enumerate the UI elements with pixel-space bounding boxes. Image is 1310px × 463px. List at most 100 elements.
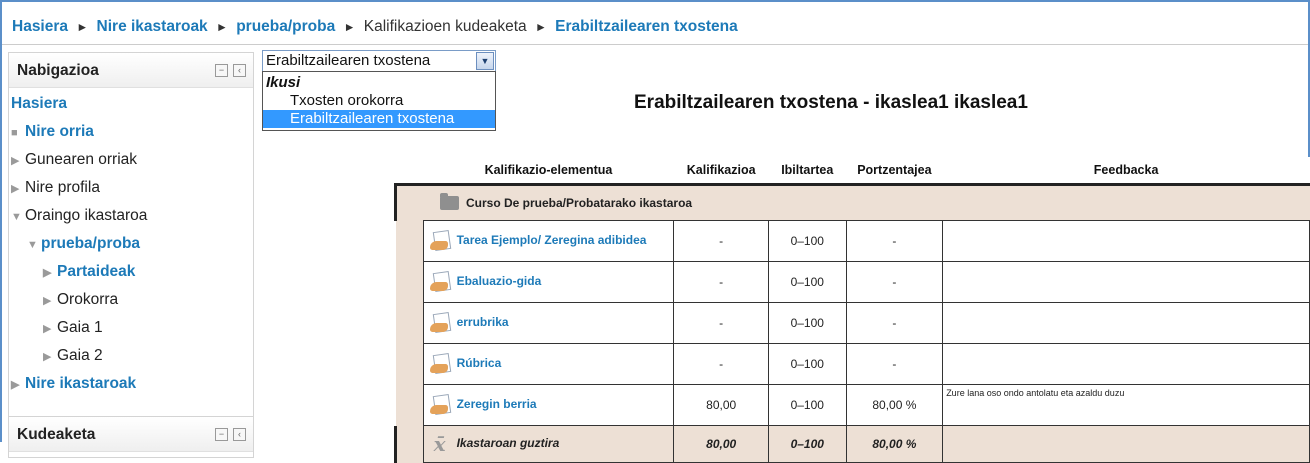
collapse-icon[interactable]: −: [215, 428, 228, 441]
course-total-name: Ikastaroan guztira: [456, 436, 560, 451]
nav-topic-2[interactable]: ▶ Gaia 2: [43, 347, 103, 365]
nav-topic-2-label: Gaia 2: [57, 347, 103, 364]
category-name: Curso De prueba/Probatarako ikastaroa: [466, 195, 693, 210]
report-select[interactable]: Erabiltzailearen txostena ▼: [262, 50, 496, 72]
nav-my-home[interactable]: ■ Nire orria: [11, 123, 94, 141]
feedback-cell: [942, 261, 1310, 303]
table-row: Ebaluazio-gida - 0–100 -: [395, 261, 1310, 303]
nav-general-label: Orokorra: [57, 291, 119, 308]
collapse-icon[interactable]: −: [215, 64, 228, 77]
dropdown-group-label: Ikusi: [266, 74, 301, 91]
administration-block-title: Kudeaketa: [17, 426, 96, 443]
nav-general[interactable]: ▶ Orokorra: [43, 291, 118, 309]
grade-item-link[interactable]: errubrika: [457, 315, 509, 329]
grade-item-link[interactable]: Zeregin berria: [457, 397, 537, 411]
nav-topic-1-label: Gaia 1: [57, 319, 103, 336]
grade-cell: -: [673, 220, 769, 262]
table-row: errubrika - 0–100 -: [395, 302, 1310, 344]
grade-item-cell: Tarea Ejemplo/ Zeregina adibidea: [422, 220, 675, 262]
indent-cell: [395, 302, 424, 344]
indent-cell: [395, 220, 424, 262]
folder-icon: [440, 193, 459, 211]
nav-course[interactable]: ▼ prueba/proba: [27, 235, 140, 253]
header-spacer: [395, 157, 424, 185]
expand-arrow-icon: ▶: [43, 295, 52, 307]
breadcrumb-grade-admin[interactable]: Kalifikazioen kudeaketa: [364, 18, 527, 35]
nav-course-label: prueba/proba: [41, 235, 141, 252]
breadcrumb-separator-icon: ►: [534, 20, 547, 34]
assignment-icon: [429, 270, 451, 293]
report-select-value: Erabiltzailearen txostena: [266, 52, 431, 69]
grade-item-link[interactable]: Tarea Ejemplo/ Zeregina adibidea: [457, 233, 647, 247]
collapse-arrow-icon: ▼: [11, 211, 22, 223]
page-title: Erabiltzailearen txostena - ikaslea1 ika…: [634, 92, 1028, 113]
bullet-icon: ■: [11, 127, 18, 139]
percentage-cell: -: [845, 343, 944, 385]
grade-cell: -: [673, 343, 769, 385]
category-row: Curso De prueba/Probatarako ikastaroa: [394, 183, 1310, 221]
nav-participants[interactable]: ▶ Partaideak: [43, 263, 135, 281]
navigation-block-title: Nabigazioa: [17, 62, 99, 79]
feedback-cell: [942, 302, 1310, 344]
expand-arrow-icon: ▶: [43, 267, 52, 279]
table-header-row: Kalifikazio-elementua Kalifikazioa Ibilt…: [395, 157, 1310, 185]
administration-block-header: Kudeaketa − ‹: [9, 417, 253, 452]
indent-cell: [395, 384, 424, 426]
nav-my-courses-label: Nire ikastaroak: [25, 375, 137, 392]
nav-profile[interactable]: ▶ Nire profila: [11, 179, 100, 197]
percentage-cell: -: [845, 220, 944, 262]
expand-arrow-icon: ▶: [11, 155, 20, 167]
breadcrumb: Hasiera ► Nire ikastaroak ► prueba/proba…: [12, 18, 738, 36]
breadcrumb-separator-icon: ►: [343, 20, 356, 34]
header-grade-item: Kalifikazio-elementua: [423, 157, 674, 185]
dropdown-arrow-icon[interactable]: ▼: [476, 52, 494, 70]
course-total-percentage: 80,00 %: [845, 425, 944, 463]
breadcrumb-user-report[interactable]: Erabiltzailearen txostena: [555, 18, 738, 35]
course-total-range: 0–100: [767, 425, 847, 463]
indent-cell: [394, 425, 424, 463]
nav-current-course[interactable]: ▼ Oraingo ikastaroa: [11, 207, 147, 225]
dock-icon[interactable]: ‹: [233, 64, 246, 77]
nav-site-pages[interactable]: ▶ Gunearen orriak: [11, 151, 137, 169]
header-feedback: Feedbacka: [942, 157, 1310, 185]
course-total-row: x̄ Ikastaroan guztira 80,00 0–100 80,00 %: [394, 425, 1310, 463]
grade-report-table: Kalifikazio-elementua Kalifikazioa Ibilt…: [394, 157, 1310, 463]
feedback-cell: [942, 343, 1310, 385]
breadcrumb-my-courses[interactable]: Nire ikastaroak: [97, 18, 208, 35]
nav-current-course-label: Oraingo ikastaroa: [25, 207, 148, 224]
table-row: Tarea Ejemplo/ Zeregina adibidea - 0–100…: [395, 220, 1310, 262]
grade-item-cell: Ebaluazio-gida: [422, 261, 675, 303]
grade-cell: -: [673, 302, 769, 344]
indent-cell: [395, 343, 424, 385]
dropdown-option-user-report[interactable]: Erabiltzailearen txostena: [263, 110, 495, 128]
grade-item-cell: Rúbrica: [422, 343, 675, 385]
navigation-block-header: Nabigazioa − ‹: [9, 53, 253, 88]
expand-arrow-icon: ▶: [11, 379, 20, 391]
percentage-cell: -: [845, 302, 944, 344]
assignment-icon: [429, 311, 451, 334]
navigation-block: Nabigazioa − ‹ Hasiera ■ Nire orria ▶ Gune…: [8, 52, 254, 420]
range-cell: 0–100: [767, 384, 847, 426]
nav-home[interactable]: Hasiera: [11, 95, 67, 113]
table-row: Zeregin berria 80,00 0–100 80,00 % Zure …: [395, 384, 1310, 426]
breadcrumb-course[interactable]: prueba/proba: [236, 18, 335, 35]
dropdown-option-overview[interactable]: Txosten orokorra: [263, 92, 495, 110]
nav-my-courses[interactable]: ▶ Nire ikastaroak: [11, 375, 136, 393]
feedback-cell: [942, 220, 1310, 262]
assignment-icon: [429, 352, 451, 375]
breadcrumb-separator-icon: ►: [216, 20, 228, 34]
nav-topic-1[interactable]: ▶ Gaia 1: [43, 319, 103, 337]
grade-cell: 80,00: [673, 384, 769, 426]
course-total-feedback: [942, 425, 1310, 463]
table-row: Rúbrica - 0–100 -: [395, 343, 1310, 385]
breadcrumb-separator-icon: ►: [76, 20, 89, 34]
grade-item-cell: Zeregin berria: [422, 384, 675, 426]
dock-icon[interactable]: ‹: [233, 428, 246, 441]
assignment-icon: [429, 229, 451, 252]
breadcrumb-home[interactable]: Hasiera: [12, 18, 68, 35]
report-select-dropdown: Ikusi Txosten orokorra Erabiltzailearen …: [262, 71, 496, 131]
header-divider: [2, 44, 1308, 45]
grade-item-link[interactable]: Ebaluazio-gida: [457, 274, 542, 288]
grade-item-link[interactable]: Rúbrica: [457, 356, 502, 370]
expand-arrow-icon: ▶: [11, 183, 20, 195]
